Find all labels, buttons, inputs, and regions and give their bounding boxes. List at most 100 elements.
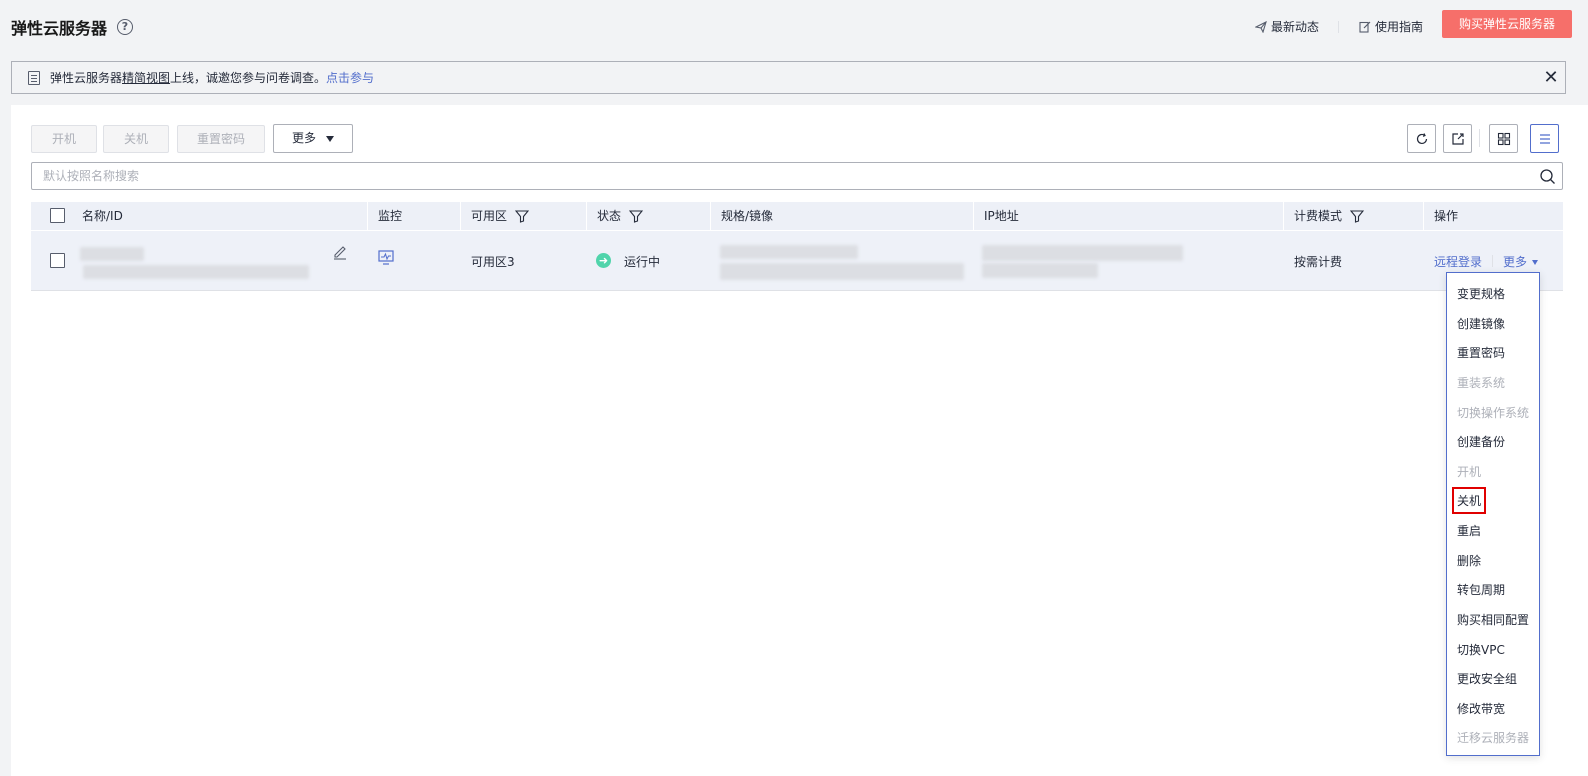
menu-item-create-image[interactable]: 创建镜像 [1457, 315, 1505, 332]
column-billing: 计费模式 [1294, 202, 1365, 230]
card-view-button[interactable] [1489, 124, 1518, 153]
menu-item-buy-same-config[interactable]: 购买相同配置 [1457, 611, 1529, 628]
column-status: 状态 [597, 202, 644, 230]
row-more-label: 更多 [1503, 255, 1528, 269]
banner-participate-link[interactable]: 点击参与 [326, 71, 374, 85]
more-actions-dropdown[interactable]: 更多 [273, 124, 353, 153]
caret-down-icon [1532, 260, 1539, 265]
menu-item-modify-bandwidth[interactable]: 修改带宽 [1457, 700, 1505, 717]
column-label: 名称/ID [82, 209, 123, 223]
redacted-ip-primary [982, 245, 1183, 261]
refresh-button[interactable] [1407, 124, 1436, 153]
menu-item-delete[interactable]: 删除 [1457, 552, 1481, 569]
menu-item-restart[interactable]: 重启 [1457, 522, 1481, 539]
filter-icon[interactable] [1350, 209, 1365, 223]
latest-news-link[interactable]: 最新动态 [1255, 18, 1319, 35]
edit-icon[interactable] [332, 244, 348, 260]
column-label: 规格/镜像 [721, 209, 774, 223]
menu-item-switch-vpc[interactable]: 切换VPC [1457, 641, 1505, 658]
column-spec-image: 规格/镜像 [721, 202, 773, 230]
select-all-checkbox[interactable] [50, 208, 65, 223]
search-icon[interactable] [1539, 168, 1556, 185]
menu-item-change-spec[interactable]: 变更规格 [1457, 285, 1505, 302]
search-box [31, 162, 1563, 190]
page-title: 弹性云服务器 [11, 19, 108, 38]
close-icon[interactable]: ✕ [1541, 68, 1561, 88]
redacted-instance-name [80, 247, 144, 261]
column-label: IP地址 [984, 209, 1019, 223]
column-divider [1423, 202, 1424, 230]
running-status-icon: ➜ [596, 253, 611, 268]
menu-item-change-os: 切换操作系统 [1457, 406, 1530, 420]
billing-value: 按需计费 [1294, 255, 1343, 269]
banner-text: 弹性云服务器精简视图上线，诚邀您参与问卷调查。点击参与 [50, 69, 374, 86]
menu-item-reinstall-os: 重装系统 [1457, 376, 1506, 390]
column-divider [367, 202, 368, 230]
menu-item-migrate-ecs: 迁移云服务器 [1457, 731, 1530, 745]
action-divider [1492, 255, 1493, 267]
question-circle-icon[interactable]: ? [117, 19, 133, 35]
column-divider [973, 202, 974, 230]
start-button[interactable]: 开机 [31, 125, 97, 153]
row-checkbox[interactable] [50, 253, 65, 268]
list-icon [1539, 133, 1550, 144]
refresh-icon [1416, 132, 1427, 144]
redacted-image [720, 263, 964, 280]
remote-login-link[interactable]: 远程登录 [1434, 253, 1482, 270]
filter-icon[interactable] [515, 209, 530, 223]
table-header: 名称/ID 监控 可用区 状态 规格/镜像 IP地址 计费模式 操作 [31, 202, 1563, 230]
page-header: 弹性云服务器 ? 最新动态 使用指南 购买弹性云服务器 [0, 0, 1588, 56]
column-monitor: 监控 [378, 202, 402, 230]
redacted-spec [720, 245, 858, 259]
column-label: 操作 [1434, 209, 1459, 223]
banner-text-suffix: 上线，诚邀您参与问卷调查。 [170, 71, 327, 85]
column-zone: 可用区 [471, 202, 530, 230]
buy-ecs-button[interactable]: 购买弹性云服务器 [1442, 10, 1572, 38]
instance-list-card: 开机 关机 重置密码 更多 名称/ID 监控 可用区 状态 规格/镜像 IP地址 [11, 105, 1588, 776]
monitor-icon[interactable] [378, 250, 394, 265]
survey-banner: 弹性云服务器精简视图上线，诚邀您参与问卷调查。点击参与 ✕ [11, 61, 1566, 94]
user-guide-label: 使用指南 [1375, 20, 1424, 34]
status-value: 运行中 [624, 255, 661, 269]
column-divider [586, 202, 587, 230]
filter-icon[interactable] [629, 209, 644, 223]
caret-down-icon [326, 135, 334, 142]
banner-simple-view: 精简视图 [122, 71, 171, 85]
menu-item-stop[interactable]: 关机 [1451, 487, 1487, 514]
banner-text-prefix: 弹性云服务器 [50, 71, 123, 85]
column-name-id: 名称/ID [82, 202, 123, 230]
user-guide-link[interactable]: 使用指南 [1359, 18, 1423, 35]
latest-news-label: 最新动态 [1271, 20, 1320, 34]
column-operation: 操作 [1434, 202, 1458, 230]
toolbar-divider [1479, 129, 1480, 147]
more-actions-menu: 变更规格 创建镜像 重置密码 重装系统 切换操作系统 创建备份 开机 关机 重启… [1446, 272, 1540, 756]
list-view-button[interactable] [1530, 124, 1559, 153]
menu-item-to-yearly-monthly[interactable]: 转包周期 [1457, 581, 1505, 598]
menu-item-start: 开机 [1457, 465, 1482, 479]
column-label: 可用区 [471, 209, 508, 223]
row-more-dropdown[interactable]: 更多 [1503, 253, 1539, 270]
column-ip-address: IP地址 [984, 202, 1019, 230]
column-label: 状态 [597, 209, 622, 223]
search-input[interactable] [32, 163, 1522, 189]
menu-item-create-backup[interactable]: 创建备份 [1457, 433, 1505, 450]
column-divider [710, 202, 711, 230]
menu-item-change-security-group[interactable]: 更改安全组 [1457, 670, 1517, 687]
reset-password-button[interactable]: 重置密码 [177, 125, 265, 153]
menu-item-reset-password[interactable]: 重置密码 [1457, 344, 1505, 361]
grid-icon [1497, 132, 1510, 145]
column-label: 监控 [378, 209, 403, 223]
column-divider [1283, 202, 1284, 230]
export-icon [1451, 132, 1464, 145]
zone-value: 可用区3 [471, 255, 515, 269]
export-button[interactable] [1443, 124, 1472, 153]
redacted-instance-id [83, 265, 309, 279]
stop-button[interactable]: 关机 [103, 125, 169, 153]
column-divider [460, 202, 461, 230]
redacted-ip-secondary [982, 263, 1098, 278]
notice-doc-icon [28, 70, 40, 85]
edit-doc-icon [1359, 21, 1371, 33]
table-row: 可用区3 ➜ 运行中 按需计费 远程登录 更多 [31, 231, 1563, 291]
more-actions-label: 更多 [291, 131, 316, 145]
header-divider [1338, 21, 1339, 33]
